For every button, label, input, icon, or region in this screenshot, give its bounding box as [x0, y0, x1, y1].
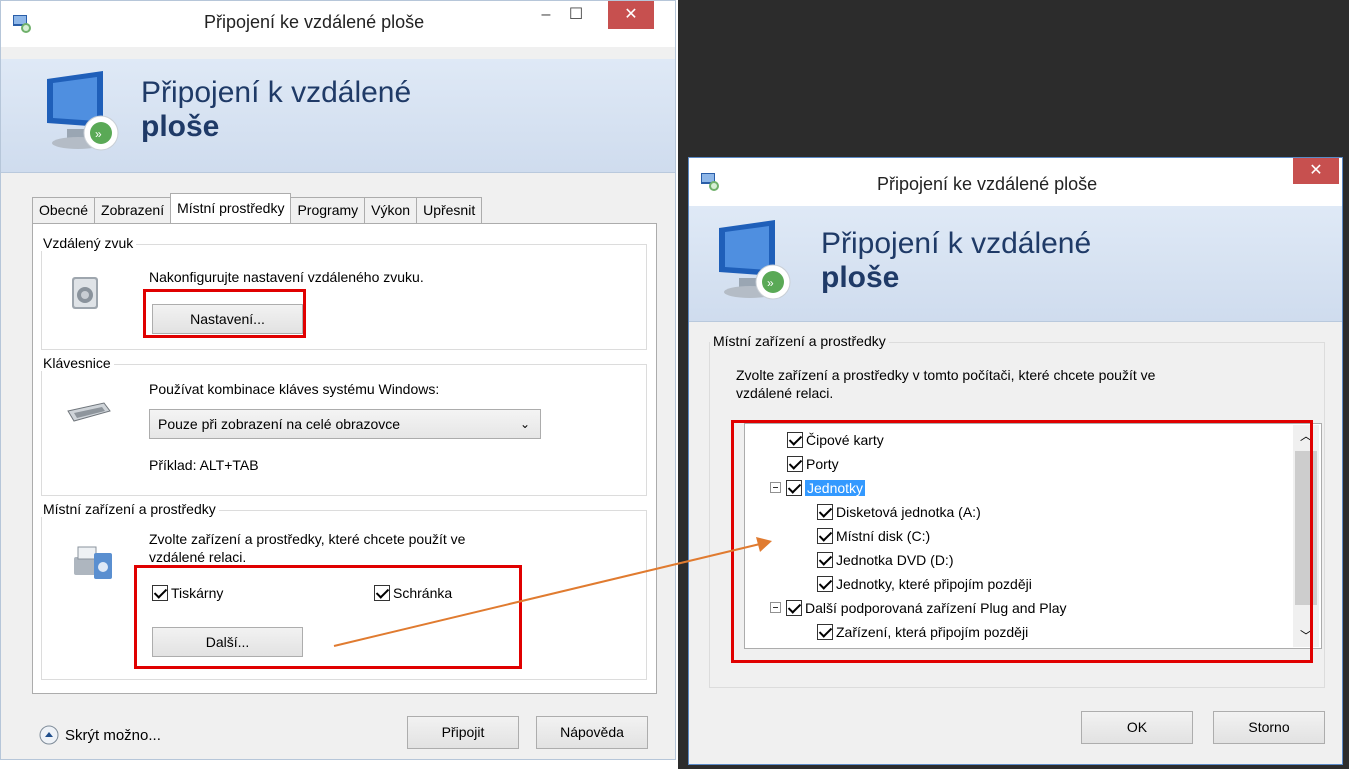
- tab-local-resources[interactable]: Místní prostředky: [170, 193, 292, 223]
- arrow-icon: [333, 537, 772, 647]
